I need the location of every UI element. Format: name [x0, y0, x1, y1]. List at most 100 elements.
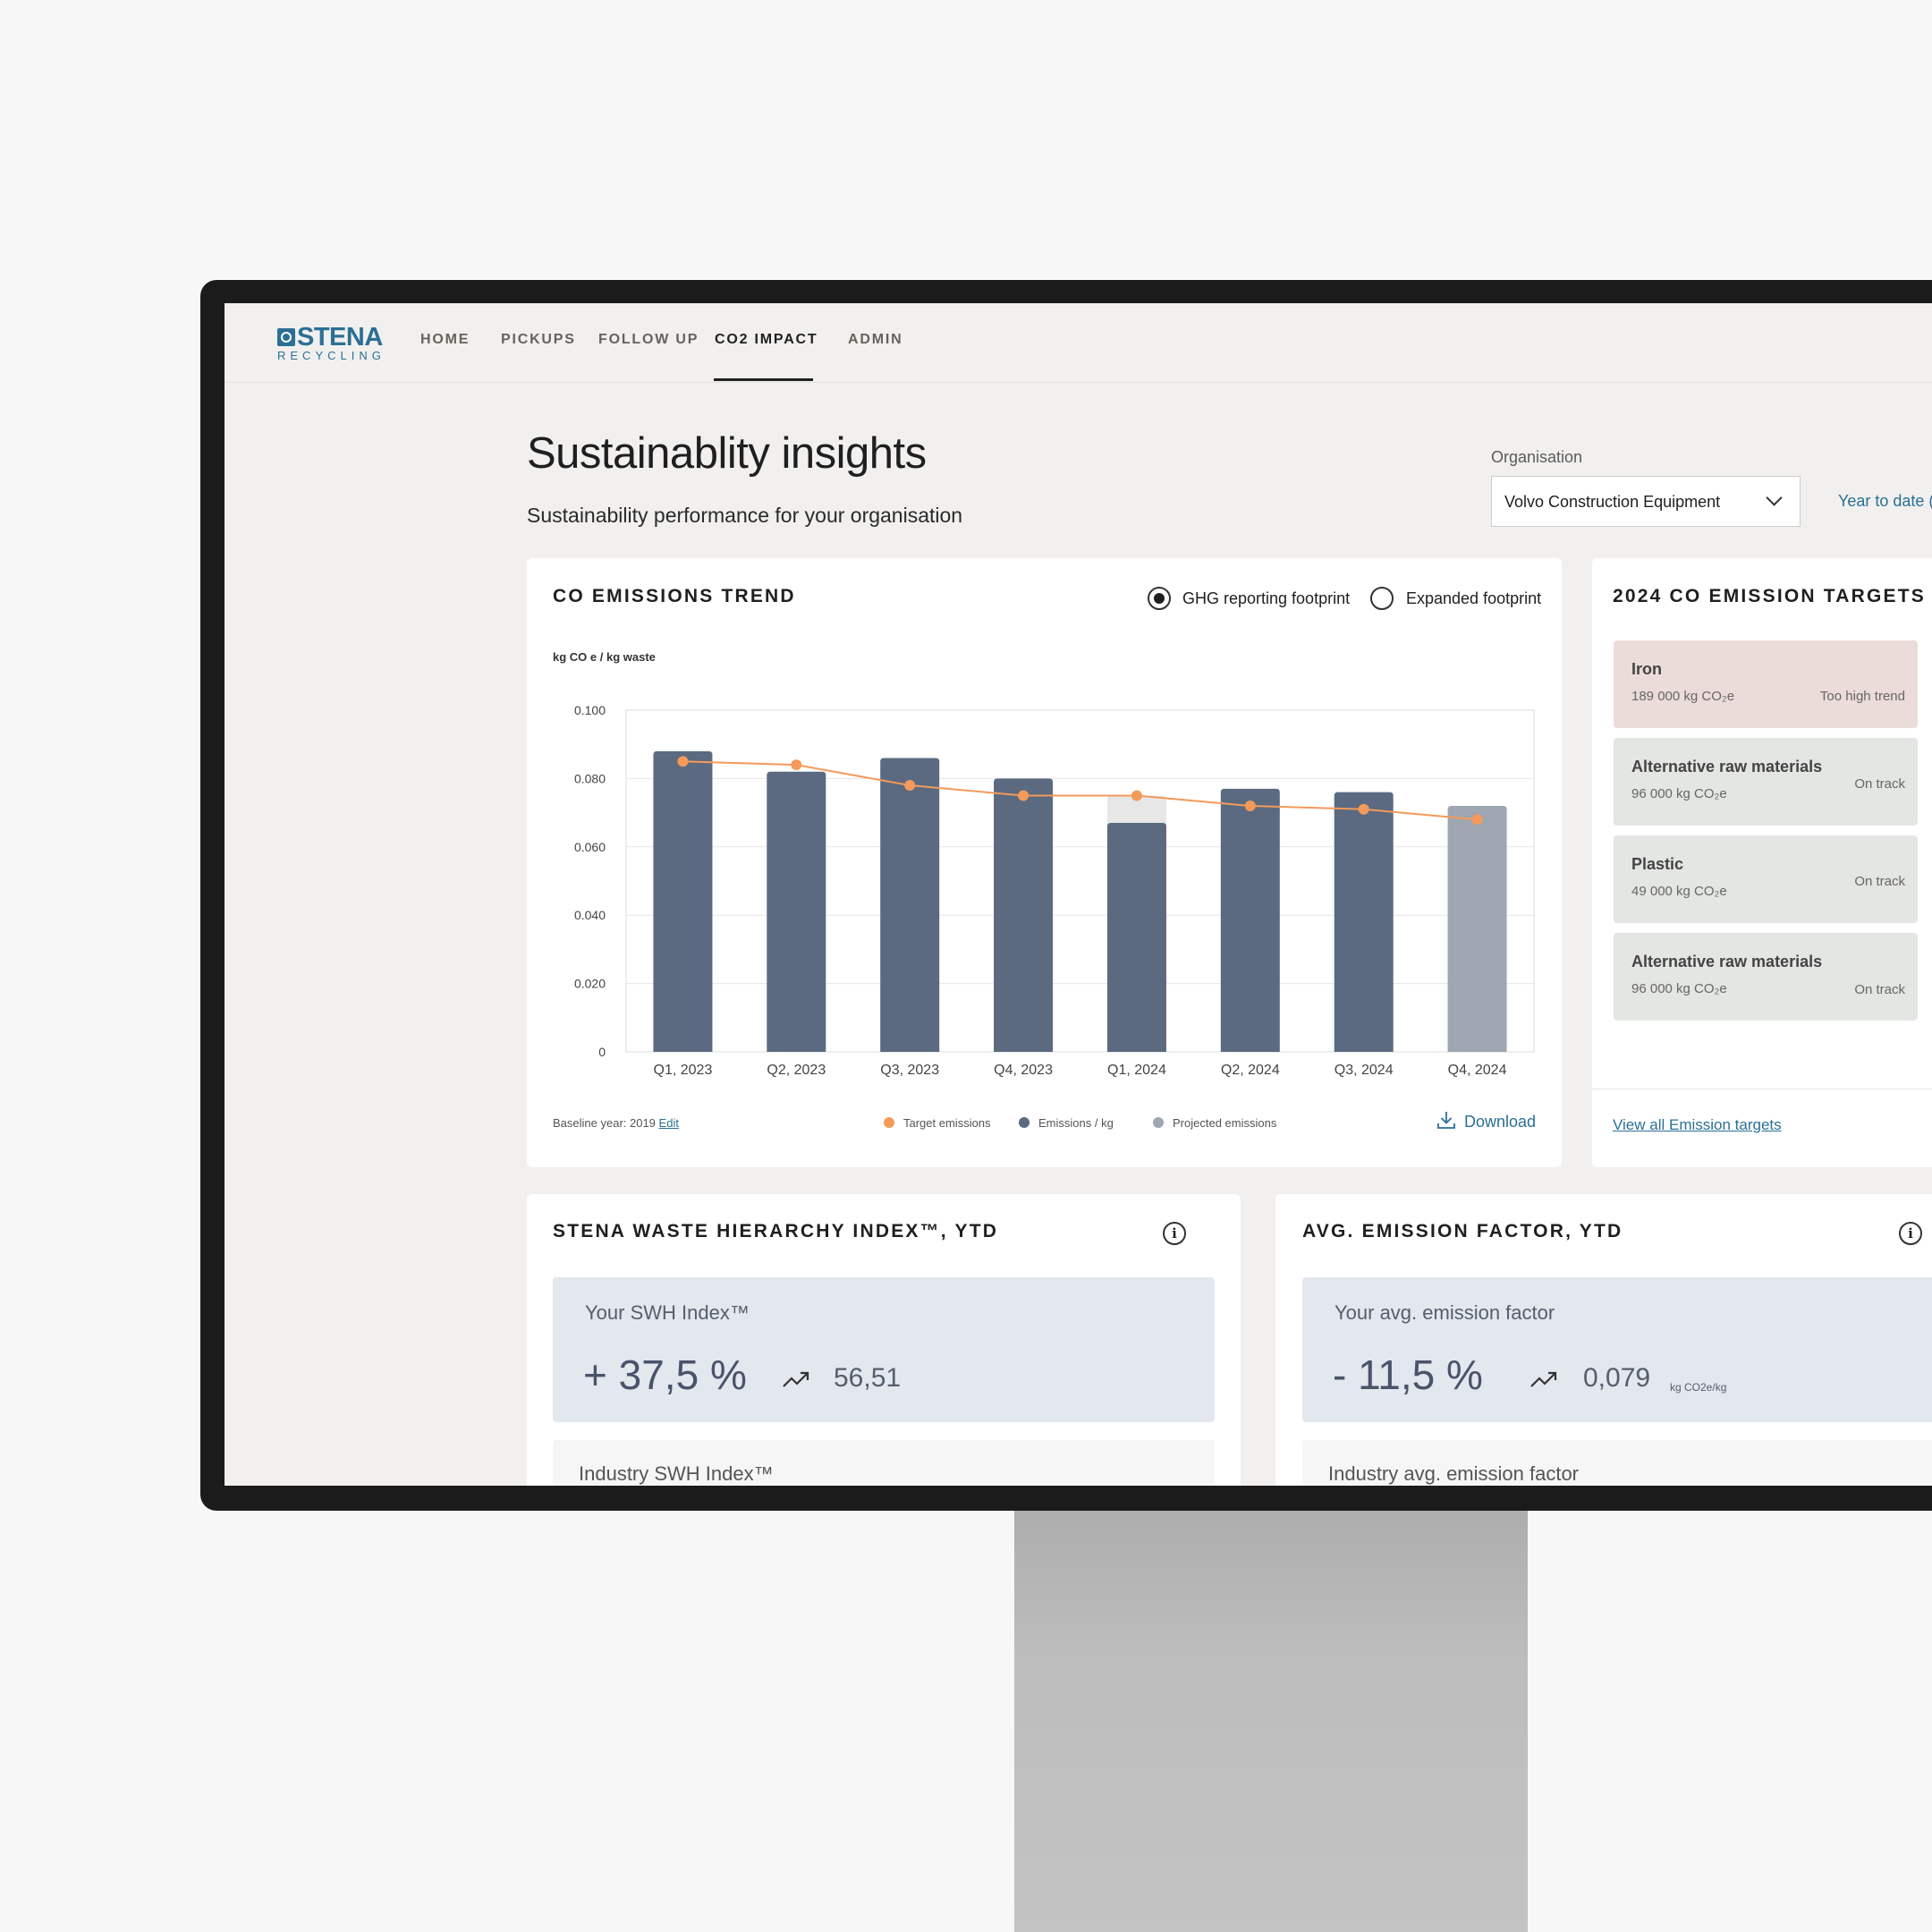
x-tick-label: Q3, 2024: [1335, 1063, 1394, 1078]
y-tick-label: 0.040: [574, 908, 606, 922]
target-emissions-point: [1244, 800, 1256, 811]
target-item-status: On track: [1854, 874, 1905, 889]
trending-up-icon: [1530, 1371, 1557, 1387]
target-item-name: Plastic: [1631, 855, 1684, 873]
info-icon[interactable]: i: [1899, 1222, 1922, 1245]
swh-index-card: STENA WASTE HIERARCHY INDEX™, YTD i Your…: [527, 1194, 1241, 1486]
y-tick-label: 0.020: [574, 977, 606, 991]
x-tick-label: Q4, 2023: [994, 1063, 1053, 1078]
app-screen: STENA RECYCLING HOME PICKUPS FOLLOW UP C…: [225, 303, 1932, 1486]
x-tick-label: Q1, 2024: [1107, 1063, 1166, 1078]
download-button[interactable]: Download: [1436, 1109, 1536, 1131]
x-tick-label: Q1, 2023: [654, 1063, 713, 1078]
emissions-bar: [1220, 788, 1280, 1052]
emission-targets-title: 2024 CO EMISSION TARGETS: [1613, 586, 1926, 606]
y-tick-label: 0: [598, 1045, 606, 1059]
legend-projected-dot: [1153, 1117, 1164, 1128]
period-selector-link[interactable]: Year to date (: [1838, 492, 1932, 511]
emissions-bar: [880, 758, 940, 1052]
target-item-name: Iron: [1631, 660, 1662, 678]
baseline-info: Baseline year: 2019 Edit: [553, 1116, 679, 1130]
page-subtitle: Sustainability performance for your orga…: [527, 504, 963, 527]
organisation-label: Organisation: [1491, 448, 1583, 466]
target-item-status: On track: [1854, 776, 1905, 792]
target-item-value: 96 000 kg CO₂e: [1631, 981, 1727, 996]
industry-emission-panel: Industry avg. emission factor: [1302, 1440, 1932, 1486]
projected-bar: [1447, 805, 1507, 1052]
nav-co2-impact[interactable]: CO2 IMPACT: [715, 332, 818, 348]
target-item[interactable]: Alternative raw materials 96 000 kg CO₂e…: [1614, 933, 1918, 1021]
active-tab-indicator: [714, 378, 813, 381]
top-navigation: STENA RECYCLING HOME PICKUPS FOLLOW UP C…: [225, 303, 1932, 383]
logo-subtitle: RECYCLING: [277, 349, 386, 362]
target-item-value: 189 000 kg CO₂e: [1631, 689, 1735, 704]
nav-pickups[interactable]: PICKUPS: [501, 332, 576, 348]
emissions-bar: [767, 771, 826, 1052]
avg-emission-factor-card: AVG. EMISSION FACTOR, YTD i Your avg. em…: [1275, 1194, 1932, 1486]
target-item[interactable]: Alternative raw materials 96 000 kg CO₂e…: [1614, 738, 1918, 826]
download-label: Download: [1464, 1113, 1537, 1131]
organisation-select[interactable]: Volvo Construction Equipment: [1491, 476, 1801, 527]
target-emissions-point: [677, 756, 689, 767]
info-icon[interactable]: i: [1163, 1222, 1186, 1245]
emissions-bar: [994, 778, 1054, 1052]
target-item[interactable]: Iron 189 000 kg CO₂e Too high trend: [1614, 640, 1918, 728]
legend-projected-emissions: Projected emissions: [1153, 1116, 1276, 1130]
y-tick-label: 0.100: [574, 703, 606, 717]
expanded-footprint-radio[interactable]: [1370, 587, 1394, 610]
nav-follow-up[interactable]: FOLLOW UP: [598, 332, 699, 348]
target-emissions-point: [791, 759, 802, 771]
stena-logo[interactable]: STENA RECYCLING: [277, 323, 383, 364]
legend-target-dot: [884, 1117, 894, 1128]
target-emissions-point: [1131, 790, 1142, 801]
swh-index-value: 56,51: [834, 1363, 902, 1393]
emission-factor-unit: kg CO2e/kg: [1670, 1381, 1727, 1394]
target-item[interactable]: Plastic 49 000 kg CO₂e On track: [1614, 835, 1918, 923]
y-tick-label: 0.060: [574, 840, 606, 854]
legend-target-label: Target emissions: [903, 1116, 991, 1130]
target-emissions-point: [904, 780, 916, 792]
x-tick-label: Q4, 2024: [1448, 1063, 1507, 1078]
nav-home[interactable]: HOME: [420, 332, 470, 348]
swh-index-label: Your SWH Index™: [585, 1301, 750, 1324]
ghg-footprint-radio[interactable]: [1148, 587, 1171, 610]
legend-emissions-label: Emissions / kg: [1038, 1116, 1114, 1130]
target-item-value: 96 000 kg CO₂e: [1631, 786, 1727, 801]
y-tick-label: 0.080: [574, 771, 606, 785]
target-emissions-point: [1358, 803, 1369, 815]
swh-index-panel: Your SWH Index™ + 37,5 % 56,51: [553, 1277, 1215, 1422]
industry-swh-panel: Industry SWH Index™: [553, 1440, 1215, 1486]
emission-factor-change: - 11,5 %: [1333, 1352, 1483, 1398]
legend-target-emissions: Target emissions: [884, 1116, 991, 1130]
legend-projected-label: Projected emissions: [1173, 1116, 1277, 1130]
swh-index-change: + 37,5 %: [583, 1352, 747, 1398]
view-all-targets-link[interactable]: View all Emission targets: [1613, 1116, 1782, 1134]
emission-factor-value: 0,079: [1583, 1363, 1651, 1393]
emissions-bar: [1334, 792, 1394, 1052]
emission-factor-label: Your avg. emission factor: [1335, 1301, 1555, 1324]
target-item-value: 49 000 kg CO₂e: [1631, 884, 1727, 899]
target-item-status: Too high trend: [1819, 689, 1905, 704]
emissions-trend-card: CO EMISSIONS TREND GHG reporting footpri…: [527, 558, 1562, 1167]
legend-emissions-dot: [1019, 1117, 1030, 1128]
target-item-name: Alternative raw materials: [1631, 953, 1823, 970]
baseline-text: Baseline year: 2019: [553, 1116, 656, 1130]
nav-admin[interactable]: ADMIN: [848, 332, 902, 348]
emissions-trend-chart: 0 0.020 0.040 0.060 0.080 0.100 Q1, 2023 Q2, 20…: [574, 703, 1535, 1078]
target-emissions-point: [1471, 814, 1483, 826]
baseline-edit-link[interactable]: Edit: [659, 1116, 679, 1130]
monitor-stand: [1014, 1510, 1528, 1932]
ghg-footprint-label[interactable]: GHG reporting footprint: [1182, 589, 1350, 608]
emission-targets-card: 2024 CO EMISSION TARGETS Iron 189 000 kg…: [1592, 558, 1932, 1167]
target-item-name: Alternative raw materials: [1631, 758, 1823, 775]
trending-up-icon: [783, 1371, 809, 1387]
download-icon: [1437, 1112, 1455, 1129]
target-emissions-point: [1018, 790, 1030, 801]
x-tick-label: Q3, 2023: [880, 1063, 939, 1078]
emissions-bar: [1106, 823, 1166, 1052]
emission-factor-panel: Your avg. emission factor - 11,5 % 0,079…: [1302, 1277, 1932, 1422]
emissions-trend-title: CO EMISSIONS TREND: [553, 586, 796, 606]
organisation-select-value: Volvo Construction Equipment: [1504, 493, 1721, 511]
expanded-footprint-label[interactable]: Expanded footprint: [1406, 589, 1541, 608]
swh-index-title: STENA WASTE HIERARCHY INDEX™, YTD: [553, 1221, 999, 1241]
